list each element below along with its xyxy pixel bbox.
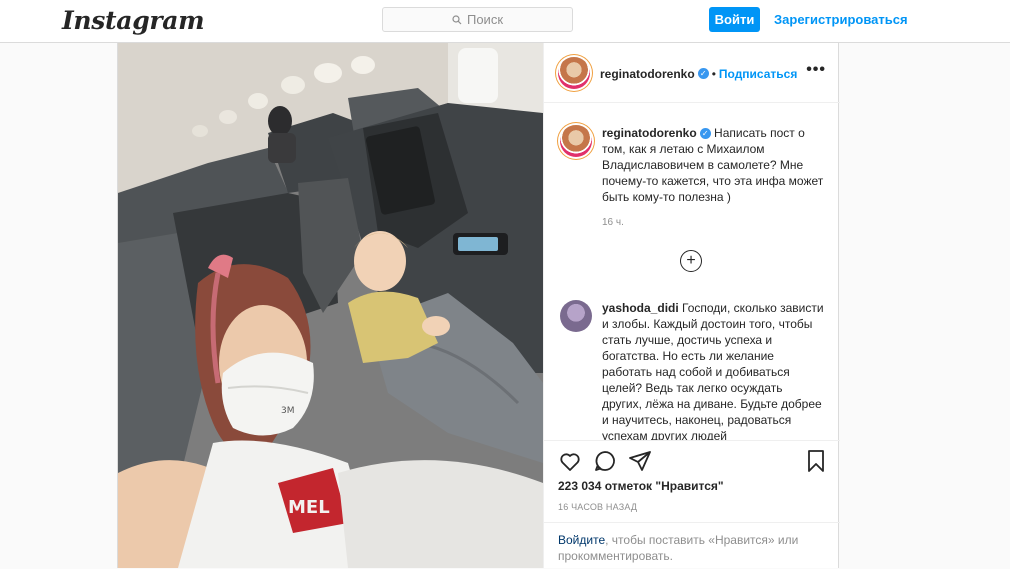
airplane-selfie-image: 3M MEL — [118, 43, 543, 568]
verified-badge-icon: ✓ — [697, 68, 709, 80]
search-icon — [452, 14, 462, 24]
search-placeholder: Поиск — [466, 12, 504, 27]
caption-author-username[interactable]: reginatodorenko — [602, 126, 697, 140]
more-options-icon[interactable]: ••• — [806, 61, 826, 79]
verified-badge-icon: ✓ — [699, 128, 711, 140]
caption-author-avatar[interactable] — [560, 125, 592, 157]
commenter-username[interactable]: yashoda_didi — [602, 301, 679, 315]
post-header: reginatodorenko ✓ • Подписаться ••• — [544, 43, 840, 103]
caption-text-block: reginatodorenko ✓ Написать пост о том, ка… — [602, 125, 824, 205]
likes-count[interactable]: 223 034 отметок "Нравится" — [558, 479, 724, 493]
load-more-comments-icon[interactable]: + — [680, 250, 702, 272]
login-button[interactable]: Войти — [709, 7, 760, 32]
comment-icon[interactable] — [593, 449, 617, 473]
post-sidebar: reginatodorenko ✓ • Подписаться ••• reginat… — [543, 43, 840, 568]
top-navigation-bar: Instagram Поиск Войти Зарегистрироваться — [0, 0, 1010, 43]
search-input[interactable]: Поиск — [382, 7, 573, 32]
commenter-avatar[interactable] — [560, 300, 592, 332]
caption-timestamp[interactable]: 16 ч. — [602, 217, 624, 228]
post-timestamp[interactable]: 16 ЧАСОВ НАЗАД — [558, 502, 637, 512]
comment-text-block: yashoda_didi Господи, сколько зависти и … — [602, 300, 824, 440]
follow-button[interactable]: Подписаться — [719, 67, 797, 81]
post-photo[interactable]: 3M MEL — [118, 43, 543, 568]
separator-dot: • — [711, 67, 716, 81]
post-actions-section: 223 034 отметок "Нравится" 16 ЧАСОВ НАЗА… — [544, 440, 840, 568]
post-card: 3M MEL reginatodorenko ✓ • Подписаться ••• … — [117, 43, 840, 568]
share-icon[interactable] — [628, 449, 652, 473]
post-header-info: reginatodorenko ✓ • Подписаться — [600, 65, 797, 83]
author-avatar[interactable] — [558, 57, 590, 89]
comment-text: Господи, сколько зависти и злобы. Каждый… — [602, 301, 824, 440]
svg-text:3M: 3M — [281, 406, 295, 416]
login-prompt: Войдите, чтобы поставить «Нравится» или … — [544, 522, 840, 569]
signup-link[interactable]: Зарегистрироваться — [774, 12, 908, 27]
svg-text:MEL: MEL — [288, 497, 330, 518]
bookmark-icon[interactable] — [804, 449, 828, 473]
instagram-logo[interactable]: Instagram — [62, 6, 205, 35]
author-username[interactable]: reginatodorenko — [600, 67, 695, 81]
login-link[interactable]: Войдите — [558, 533, 605, 547]
heart-icon[interactable] — [558, 449, 582, 473]
comments-scroll-area[interactable]: reginatodorenko ✓ Написать пост о том, ка… — [544, 104, 840, 440]
